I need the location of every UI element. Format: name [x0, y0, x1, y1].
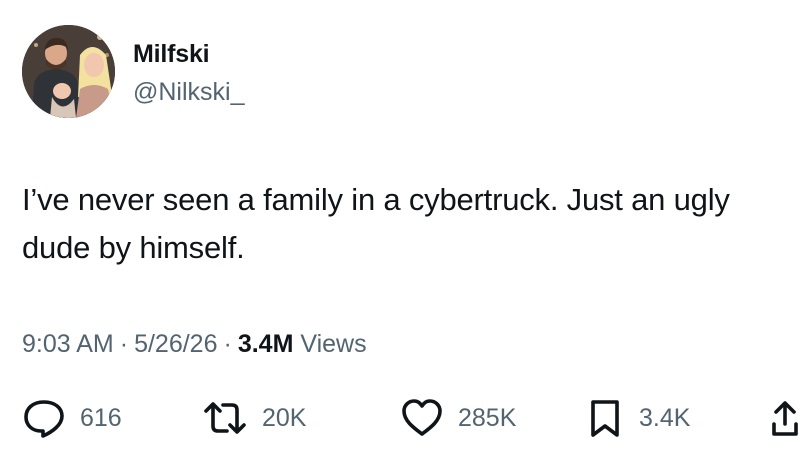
reply-button[interactable]: 616: [22, 394, 122, 442]
repost-icon: [202, 398, 248, 438]
bookmark-count: 3.4K: [639, 403, 691, 432]
author-handle[interactable]: @Nilkski_: [133, 78, 245, 107]
bookmark-button[interactable]: 3.4K: [585, 394, 690, 442]
tweet-card: Milfski @Nilkski_ I’ve never seen a fami…: [0, 0, 800, 472]
tweet-text: I’ve never seen a family in a cybertruck…: [22, 182, 730, 265]
bookmark-icon: [585, 398, 625, 438]
repost-count: 20K: [262, 403, 307, 432]
views-label: Views: [300, 330, 367, 358]
like-button[interactable]: 285K: [400, 394, 516, 442]
meta-separator: ·: [119, 330, 129, 358]
author-display-name[interactable]: Milfski: [133, 40, 210, 69]
avatar[interactable]: [22, 25, 115, 118]
action-bar: 616 20K 285K 3.4K: [0, 394, 800, 442]
repost-button[interactable]: 20K: [202, 394, 306, 442]
tweet-date[interactable]: 5/26/26: [134, 330, 217, 358]
tweet-time[interactable]: 9:03 AM: [22, 330, 114, 358]
heart-icon: [400, 398, 444, 438]
reply-count: 616: [80, 403, 122, 432]
share-icon: [770, 398, 800, 438]
reply-icon: [22, 398, 66, 438]
views-count: 3.4M: [237, 330, 294, 358]
meta-separator: ·: [223, 330, 232, 358]
tweet-meta: 9:03 AM · 5/26/26 · 3.4M Views: [22, 330, 367, 359]
like-count: 285K: [458, 403, 517, 432]
share-button[interactable]: [770, 394, 800, 442]
avatar-photo: [22, 25, 115, 118]
